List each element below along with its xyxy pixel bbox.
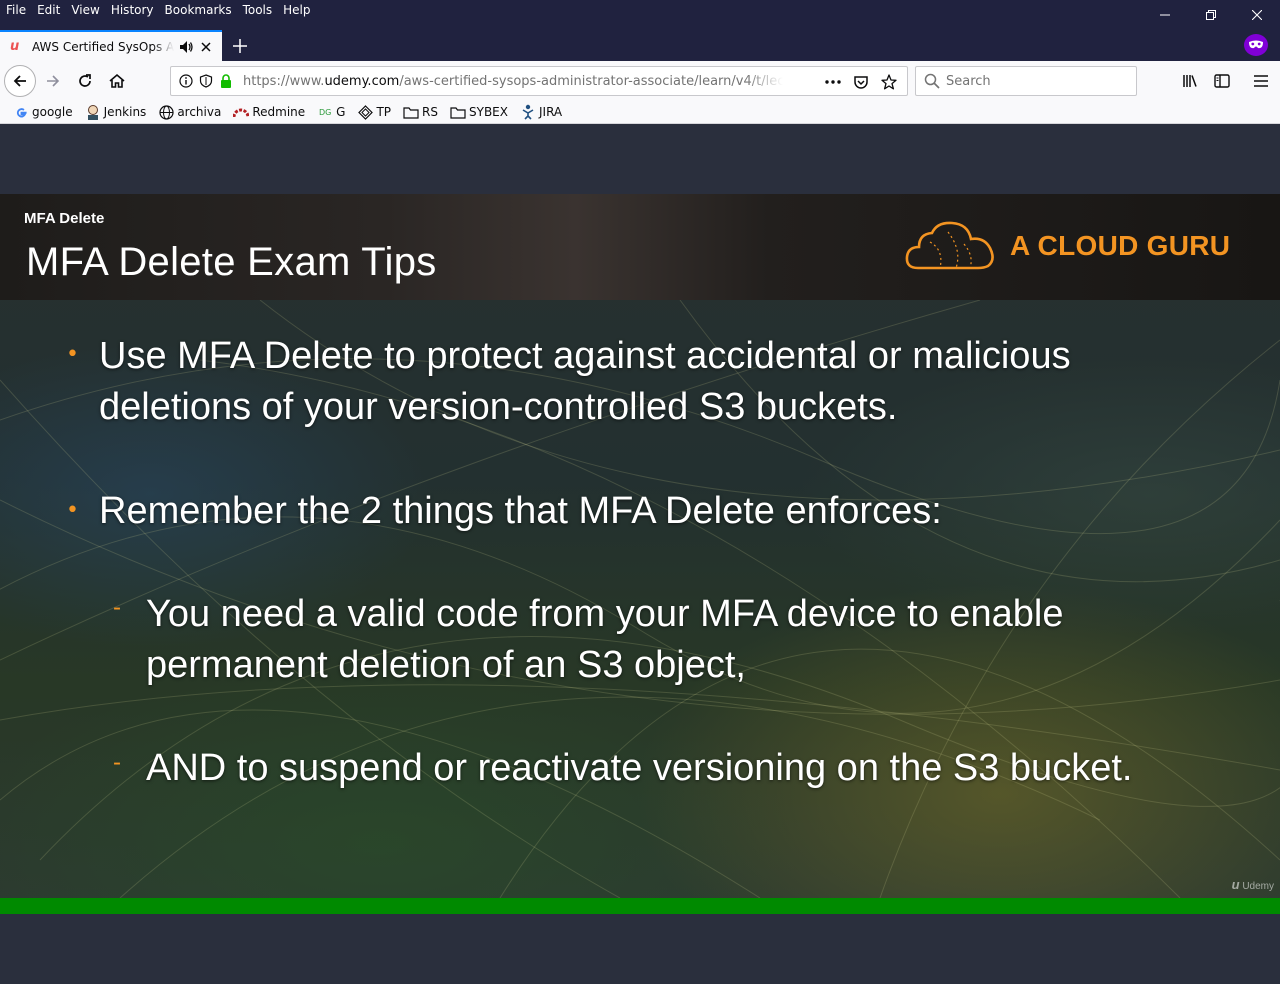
bookmark-google[interactable]: google — [13, 102, 73, 122]
sub-bullet-marker: - — [113, 594, 121, 621]
menu-file[interactable]: File — [6, 2, 26, 18]
plus-icon — [233, 39, 247, 53]
section-label: MFA Delete — [24, 210, 105, 227]
menu-view[interactable]: View — [71, 2, 99, 18]
close-tab-icon[interactable] — [198, 39, 214, 55]
home-button[interactable] — [102, 66, 132, 96]
video-frame[interactable]: MFA Delete MFA Delete Exam Tips A CLOUD … — [0, 194, 1280, 898]
menu-history[interactable]: History — [111, 2, 154, 18]
star-icon — [881, 74, 897, 90]
title-bar: File Edit View History Bookmarks Tools H… — [0, 0, 1280, 30]
speaker-icon[interactable] — [178, 39, 194, 55]
globe-icon — [158, 104, 174, 120]
bookmark-jenkins[interactable]: Jenkins — [85, 102, 146, 122]
library-button[interactable] — [1175, 66, 1205, 96]
url-bar[interactable]: https://www.udemy.com/aws-certified-syso… — [170, 66, 908, 96]
tab-active[interactable]: u AWS Certified SysOps Administrator - A… — [0, 30, 222, 61]
reload-icon — [79, 74, 91, 87]
diamond-icon — [357, 104, 373, 120]
private-browsing-icon — [1244, 34, 1268, 56]
bookmark-jira[interactable]: JIRA — [520, 102, 562, 122]
google-icon — [13, 104, 29, 120]
pocket-button[interactable] — [847, 71, 875, 93]
navigation-bar: https://www.udemy.com/aws-certified-syso… — [0, 61, 1280, 101]
search-icon — [924, 73, 940, 89]
sub-bullet-marker: - — [113, 749, 121, 776]
redmine-icon — [233, 104, 250, 120]
bookmark-g[interactable]: DG G — [317, 102, 346, 122]
hamburger-icon — [1254, 75, 1268, 87]
close-icon — [1252, 10, 1262, 20]
menu-bookmarks[interactable]: Bookmarks — [165, 2, 232, 18]
search-input[interactable] — [946, 73, 1126, 89]
main-menu-button[interactable] — [1246, 66, 1276, 96]
brand-name: A CLOUD GURU — [1010, 230, 1231, 261]
tracking-shield-icon[interactable] — [197, 72, 215, 90]
minimize-icon — [1160, 14, 1170, 16]
restore-button[interactable] — [1188, 0, 1234, 30]
url-text[interactable]: https://www.udemy.com/aws-certified-syso… — [243, 74, 783, 89]
back-button[interactable] — [4, 65, 36, 97]
folder-icon — [403, 104, 419, 120]
bullet-1-line-2: deletions of your version-controlled S3 … — [99, 386, 898, 428]
bullet-marker: • — [66, 498, 79, 523]
udemy-favicon-icon: u — [10, 38, 20, 54]
close-window-button[interactable] — [1234, 0, 1280, 30]
tab-strip: u AWS Certified SysOps Administrator - A… — [0, 30, 1280, 61]
search-box[interactable] — [915, 66, 1137, 96]
window-controls — [1142, 0, 1280, 30]
menu-tools[interactable]: Tools — [243, 2, 273, 18]
bullet-1-line-1: Use MFA Delete to protect against accide… — [99, 335, 1071, 377]
bullet-2: Remember the 2 things that MFA Delete en… — [99, 490, 942, 532]
bookmark-folder-sybex[interactable]: SYBEX — [450, 102, 508, 122]
sidebar-icon — [1214, 74, 1230, 88]
arrow-left-icon — [13, 75, 26, 87]
udemy-watermark: u Udemy — [1231, 877, 1274, 892]
bullet-marker: • — [66, 342, 79, 367]
home-icon — [109, 73, 125, 88]
new-tab-button[interactable] — [228, 34, 252, 58]
more-dots-icon — [825, 80, 841, 84]
sub-bullet-1-line-2: permanent deletion of an S3 object, — [146, 644, 746, 686]
slide-title: MFA Delete Exam Tips — [26, 240, 437, 284]
bookmark-archiva[interactable]: archiva — [158, 102, 221, 122]
sub-bullet-2: AND to suspend or reactivate versioning … — [146, 747, 1133, 789]
bookmark-star-button[interactable] — [875, 71, 903, 93]
restore-icon — [1206, 10, 1216, 20]
brand-logo: A CLOUD GURU — [904, 220, 1230, 272]
sub-bullet-1-line-1: You need a valid code from your MFA devi… — [146, 593, 1064, 635]
slide-header: MFA Delete MFA Delete Exam Tips A CLOUD … — [0, 194, 1280, 300]
minimize-button[interactable] — [1142, 0, 1188, 30]
lock-icon[interactable] — [217, 72, 235, 90]
dg-icon: DG — [318, 107, 332, 117]
jenkins-icon — [85, 104, 101, 120]
bookmark-tp[interactable]: TP — [357, 102, 391, 122]
tab-title: AWS Certified SysOps Administrator - Ass… — [32, 39, 174, 54]
forward-button[interactable] — [38, 66, 68, 96]
menu-edit[interactable]: Edit — [37, 2, 60, 18]
video-progress-fill — [0, 898, 1280, 914]
page-content: MFA Delete MFA Delete Exam Tips A CLOUD … — [0, 124, 1280, 984]
bookmark-folder-rs[interactable]: RS — [403, 102, 438, 122]
bookmarks-toolbar: google Jenkins archiva Redmine DG G TP R… — [0, 101, 1280, 124]
video-progress-bar[interactable] — [0, 898, 1280, 914]
menu-help[interactable]: Help — [283, 2, 310, 18]
page-actions-button[interactable] — [819, 71, 847, 93]
reload-button[interactable] — [70, 66, 100, 96]
arrow-right-icon — [47, 75, 60, 87]
info-icon[interactable] — [177, 72, 195, 90]
library-icon — [1183, 75, 1197, 87]
folder-icon — [450, 104, 466, 120]
bookmark-redmine[interactable]: Redmine — [233, 102, 305, 122]
menu-bar: File Edit View History Bookmarks Tools H… — [6, 2, 322, 18]
sidebar-button[interactable] — [1207, 66, 1237, 96]
pocket-icon — [854, 76, 868, 89]
jira-icon — [520, 104, 536, 120]
cloud-logo-icon — [905, 221, 994, 270]
